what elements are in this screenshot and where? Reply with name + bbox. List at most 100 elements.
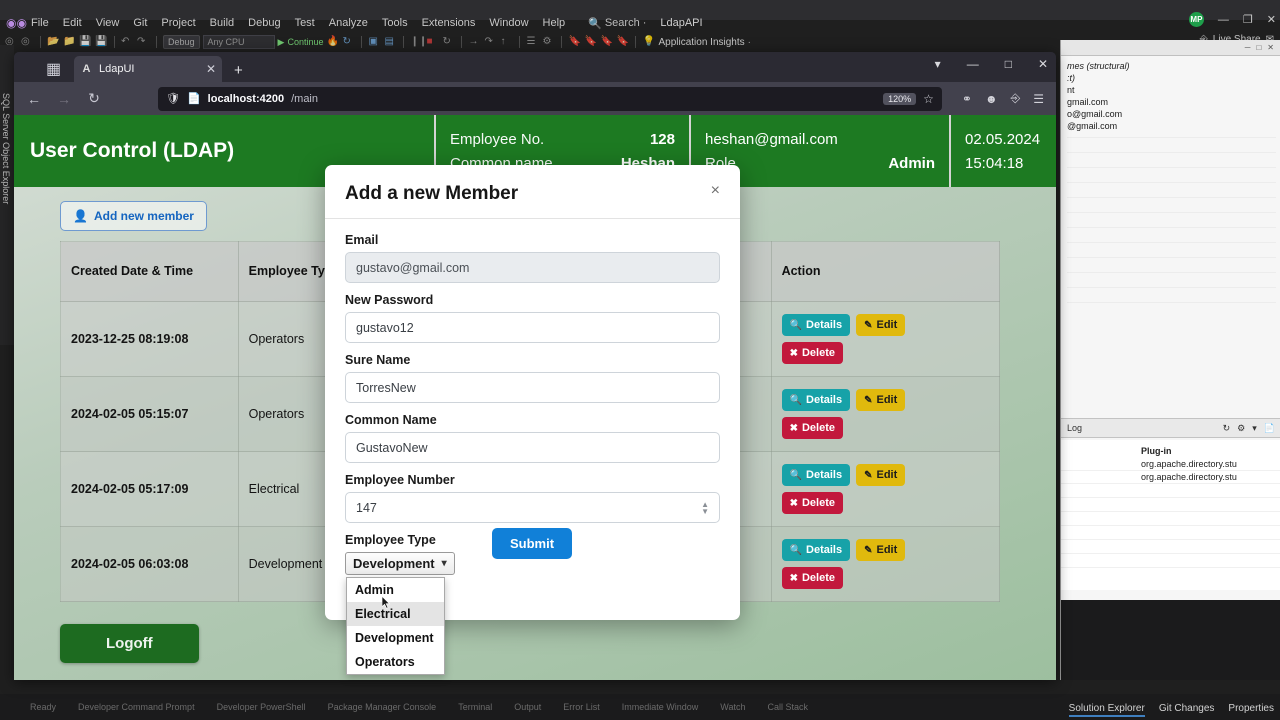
status-pmc[interactable]: Package Manager Console	[328, 702, 437, 712]
chevron-down-icon[interactable]: ·	[748, 37, 751, 48]
undo-icon[interactable]: ↶	[121, 36, 134, 49]
vs-menu-analyze[interactable]: Analyze	[322, 15, 375, 31]
browser-window-controls[interactable]: ▾ — □ ✕	[935, 57, 1048, 71]
build-config-selector[interactable]: Debug	[163, 35, 200, 49]
minimize-icon[interactable]: —	[1218, 14, 1229, 26]
shield-icon[interactable]: ⚭	[962, 92, 972, 106]
edit-button[interactable]: ✎ Edit	[856, 314, 906, 337]
restart-debug-icon[interactable]: ↻	[442, 36, 455, 49]
status-errorlist[interactable]: Error List	[563, 702, 600, 712]
details-button[interactable]: 🔍 Details	[781, 314, 851, 337]
surename-field[interactable]: TorresNew	[345, 372, 720, 403]
details-button[interactable]: 🔍 Details	[781, 464, 851, 487]
list-item[interactable]: @gmail.com	[1063, 120, 1278, 132]
new-tab-button[interactable]: +	[234, 62, 243, 82]
ads-tab-bar[interactable]: ─ □ ✕	[1061, 40, 1280, 56]
option-electrical[interactable]: Electrical	[347, 602, 444, 626]
minimize-panel-icon[interactable]: ─	[1245, 43, 1251, 52]
open-file-icon[interactable]: 📁	[63, 36, 76, 49]
details-button[interactable]: 🔍 Details	[781, 539, 851, 562]
address-bar[interactable]: 🛡 📄 localhost:4200/main 120% ☆	[158, 86, 942, 111]
delete-button[interactable]: ✖ Delete	[781, 492, 843, 515]
layout-icon[interactable]: ▤	[384, 36, 397, 49]
continue-button[interactable]: ▶ Continue	[278, 37, 324, 48]
minimize-icon[interactable]: —	[967, 57, 979, 71]
password-field[interactable]: gustavo12	[345, 312, 720, 343]
vs-menu-bar[interactable]: ◉◉ File Edit View Git Project Build Debu…	[0, 13, 1280, 33]
vs-dock-tabs[interactable]: Solution Explorer Git Changes Properties	[1068, 703, 1274, 717]
submit-button[interactable]: Submit	[492, 528, 573, 559]
maximize-icon[interactable]: □	[1005, 57, 1012, 71]
employee-type-select[interactable]: Development ▾ Admin Electrical Developme…	[345, 552, 455, 675]
process-icon[interactable]: ⚙	[542, 36, 555, 49]
employee-type-options[interactable]: Admin Electrical Development Operators	[346, 577, 445, 675]
edit-button[interactable]: ✎ Edit	[856, 389, 906, 412]
user-avatar[interactable]: MP	[1188, 12, 1204, 27]
add-new-member-button[interactable]: 👤 Add new member	[60, 201, 207, 231]
list-item[interactable]: mes (structural)	[1063, 60, 1278, 72]
status-terminal[interactable]: Terminal	[458, 702, 492, 712]
tab-solution-explorer[interactable]: Solution Explorer	[1068, 703, 1145, 717]
pause-icon[interactable]: ❙❙	[410, 36, 427, 49]
table-row[interactable]: org.apache.directory.stu	[1061, 471, 1280, 484]
shield-icon[interactable]: 🛡	[166, 92, 180, 105]
vs-menu-window[interactable]: Window	[482, 15, 535, 31]
browser-toolbar-icons[interactable]: ⚭ ☻ ⎆ ☰	[962, 91, 1044, 106]
menu-icon[interactable]: ☰	[1033, 92, 1044, 106]
vs-menu-view[interactable]: View	[89, 15, 127, 31]
vs-menu-test[interactable]: Test	[288, 15, 322, 31]
bookmark-star-icon[interactable]: ☆	[923, 92, 934, 106]
step-over-icon[interactable]: ↷	[484, 36, 497, 49]
account-icon[interactable]: ☻	[985, 92, 998, 106]
step-out-icon[interactable]: ↑	[500, 36, 513, 49]
table-row[interactable]: org.apache.directory.stu	[1061, 458, 1280, 471]
vs-menu-debug[interactable]: Debug	[241, 15, 287, 31]
application-insights-label[interactable]: Application Insights	[658, 37, 744, 48]
status-callstack[interactable]: Call Stack	[767, 702, 808, 712]
platform-selector[interactable]: Any CPU	[202, 35, 275, 49]
tab-git-changes[interactable]: Git Changes	[1159, 703, 1215, 717]
number-stepper-icon[interactable]: ▲ ▼	[701, 500, 709, 515]
save-icon[interactable]: 💾	[79, 36, 92, 49]
close-panel-icon[interactable]: ✕	[1267, 43, 1274, 52]
option-operators[interactable]: Operators	[347, 650, 444, 674]
tab-properties[interactable]: Properties	[1228, 703, 1274, 717]
modal-close-icon[interactable]: ×	[711, 183, 720, 199]
bookmark-next-icon[interactable]: 🔖	[584, 36, 597, 49]
vs-menu-build[interactable]: Build	[203, 15, 241, 31]
status-watch[interactable]: Watch	[720, 702, 745, 712]
list-item[interactable]: gmail.com	[1063, 96, 1278, 108]
vs-window-controls[interactable]: MP — ❐ ✕	[1188, 12, 1276, 27]
zoom-level-badge[interactable]: 120%	[883, 92, 917, 105]
browser-select-icon[interactable]: ▣	[368, 36, 381, 49]
firefox-view-icon[interactable]: ▦	[46, 59, 64, 78]
option-admin[interactable]: Admin	[347, 578, 444, 602]
delete-button[interactable]: ✖ Delete	[781, 417, 843, 440]
column-header-created[interactable]: Created Date & Time	[60, 240, 239, 303]
log-refresh-icon[interactable]: ↻	[1223, 423, 1231, 434]
vs-menu-file[interactable]: File	[24, 15, 56, 31]
close-icon[interactable]: ✕	[1038, 57, 1048, 71]
maximize-panel-icon[interactable]: □	[1256, 43, 1261, 52]
chevron-down-icon[interactable]: ▾	[1252, 423, 1257, 434]
edit-button[interactable]: ✎ Edit	[856, 464, 906, 487]
bookmark-icon[interactable]: 🔖	[568, 36, 581, 49]
edit-button[interactable]: ✎ Edit	[856, 539, 906, 562]
list-all-tabs-icon[interactable]: ▾	[935, 57, 941, 71]
save-all-icon[interactable]: 💾	[95, 36, 108, 49]
vs-search-box[interactable]: 🔍 Search ·	[582, 15, 652, 32]
delete-button[interactable]: ✖ Delete	[781, 567, 843, 590]
reload-icon[interactable]: ↻	[86, 90, 102, 107]
option-development[interactable]: Development	[347, 626, 444, 650]
hot-reload-icon[interactable]: 🔥	[326, 36, 339, 49]
log-export-icon[interactable]: 📄	[1264, 423, 1275, 434]
bookmark-clear-icon[interactable]: 🔖	[616, 36, 629, 49]
step-into-icon[interactable]: →	[468, 36, 481, 49]
status-devps[interactable]: Developer PowerShell	[217, 702, 306, 712]
bookmark-prev-icon[interactable]: 🔖	[600, 36, 613, 49]
stop-icon[interactable]: ■	[426, 36, 439, 49]
thread-icon[interactable]: ☰	[526, 36, 539, 49]
vs-menu-edit[interactable]: Edit	[56, 15, 89, 31]
vs-menu-help[interactable]: Help	[536, 15, 573, 31]
new-project-icon[interactable]: 📂	[47, 36, 60, 49]
